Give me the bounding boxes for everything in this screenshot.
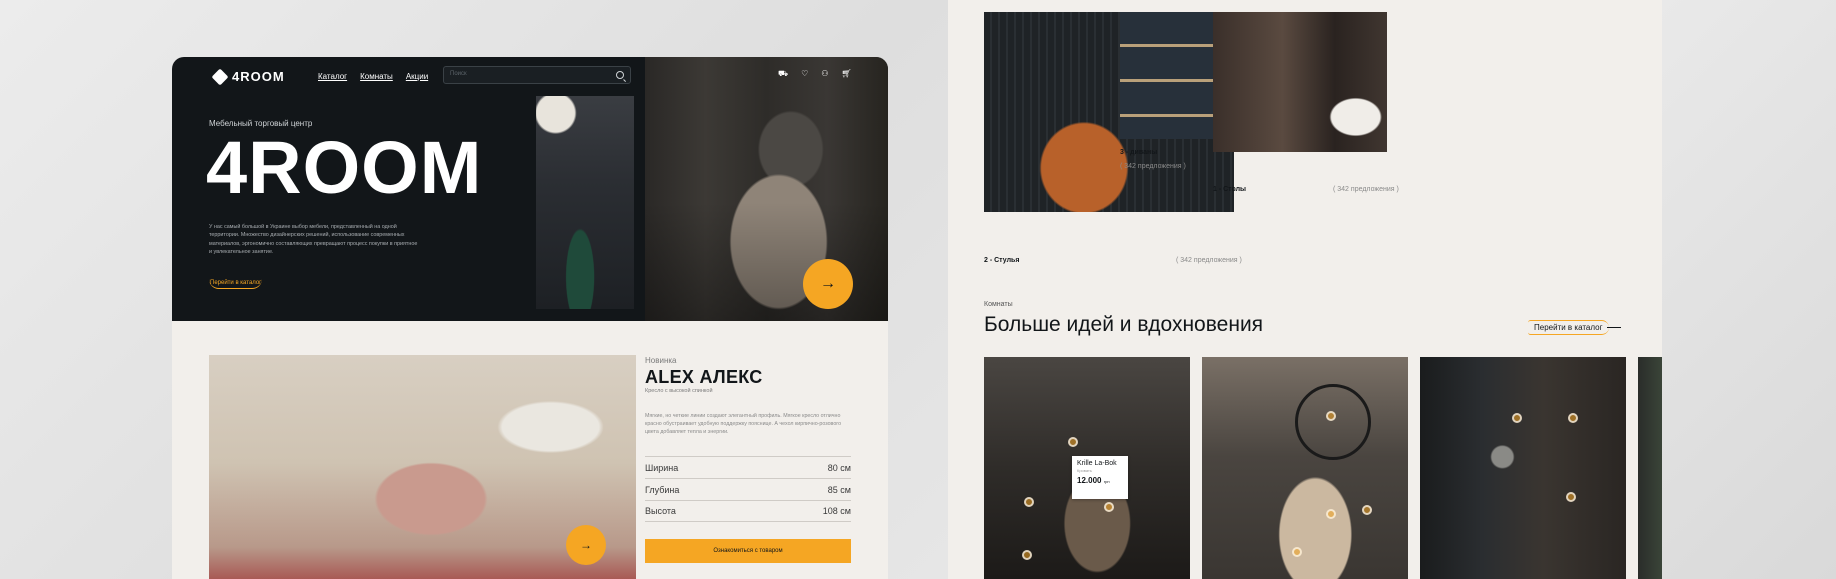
spec-label: Высота <box>645 506 676 516</box>
spec-row-width: Ширина 80 см <box>645 456 851 478</box>
cart-icon[interactable]: 🛒︎ <box>841 70 851 78</box>
product-subtitle: Кресло с высокой спинкой <box>645 388 713 394</box>
hotspot[interactable] <box>1512 413 1522 423</box>
spec-value: 85 см <box>827 484 851 495</box>
view-product-button[interactable]: Ознакомиться с товаром <box>645 539 851 563</box>
hero-description: У нас самый большой в Украине выбор мебе… <box>209 224 418 256</box>
catalog-badge-button[interactable]: → <box>803 259 853 309</box>
category-label-chairs[interactable]: 2 - Стулья <box>984 257 1019 264</box>
product-new-label: Новинка <box>645 356 677 365</box>
hotspot[interactable] <box>1292 547 1302 557</box>
room-card-living[interactable] <box>1202 357 1408 579</box>
tooltip-currency: грн <box>1103 479 1110 484</box>
arrow-right-icon: → <box>820 275 836 292</box>
hotspot[interactable] <box>1362 505 1372 515</box>
user-icon[interactable]: ⚇ <box>821 70 828 78</box>
rooms-heading: Больше идей и вдохновения <box>984 313 1264 336</box>
hotspot[interactable] <box>1568 413 1578 423</box>
logo[interactable]: 4ROOM <box>211 68 285 85</box>
spec-value: 80 см <box>827 462 851 473</box>
tooltip-price-value: 12.000 <box>1077 476 1102 485</box>
product-name: ALEX АЛЕКС <box>645 367 763 387</box>
hero-photo-living-room <box>536 96 634 309</box>
nav-rooms[interactable]: Комнаты <box>360 72 393 81</box>
search-input[interactable]: Поиск <box>443 66 631 84</box>
catalog-page-mockup: 2 - Стулья ( 342 предложения ) 3 - диван… <box>948 0 1662 579</box>
heart-icon[interactable]: ♡ <box>801 70 808 78</box>
rooms-section-label: Комнаты <box>984 301 1013 308</box>
hero-title: 4ROOM <box>206 126 483 209</box>
header-icons: ⛟ ♡ ⚇ 🛒︎ <box>778 70 852 78</box>
background-right <box>1662 0 1836 579</box>
hotspot[interactable] <box>1566 492 1576 502</box>
spec-label: Глубина <box>645 484 680 495</box>
nav-catalog[interactable]: Каталог <box>318 72 347 81</box>
category-label-tables[interactable]: 1 - Столы <box>1213 186 1246 193</box>
room-card-partial[interactable] <box>1638 357 1662 579</box>
spec-row-depth: Глубина 85 см <box>645 478 851 500</box>
tooltip-name: Krille La-Bok <box>1077 460 1117 467</box>
category-count-chairs: ( 342 предложения ) <box>1176 257 1242 264</box>
product-description: Мягкие, но четкие линии создают элегантн… <box>645 413 842 436</box>
room-card-kitchen[interactable] <box>1420 357 1626 579</box>
arrow-right-icon: → <box>580 538 592 552</box>
category-photo-tables[interactable] <box>1213 12 1387 152</box>
nav-sales[interactable]: Акции <box>406 72 428 81</box>
hotspot[interactable] <box>1022 550 1032 560</box>
spec-value: 108 см <box>822 506 851 516</box>
ring-lamp-icon <box>1295 384 1371 460</box>
spec-row-height: Высота 108 см <box>645 500 851 522</box>
category-count-sofas: ( 342 предложения ) <box>1120 163 1186 170</box>
landing-page-mockup: 4ROOM Каталог Комнаты Акции Поиск Мебель… <box>172 57 888 579</box>
logo-text: 4ROOM <box>232 69 285 84</box>
tooltip-sub: Кровать <box>1077 468 1092 473</box>
hero-catalog-link[interactable]: Перейти в каталог <box>209 278 263 289</box>
search-icon[interactable] <box>616 71 624 79</box>
spec-label: Ширина <box>645 462 679 473</box>
hotspot[interactable] <box>1104 502 1114 512</box>
search-placeholder: Поиск <box>450 71 467 77</box>
delivery-icon[interactable]: ⛟ <box>778 70 788 78</box>
hotspot[interactable] <box>1326 411 1336 421</box>
main-nav: Каталог Комнаты Акции <box>318 72 428 81</box>
product-badge-button[interactable]: → <box>566 525 606 565</box>
hotspot[interactable] <box>1024 497 1034 507</box>
hotspot[interactable] <box>1068 437 1078 447</box>
hotspot[interactable] <box>1326 509 1336 519</box>
category-label-sofas[interactable]: 3 - диваны <box>1120 149 1157 156</box>
logo-cube-icon <box>211 68 229 85</box>
product-tooltip[interactable]: Krille La-Bok Кровать 12.000 грн <box>1072 456 1128 499</box>
hero-section: 4ROOM Каталог Комнаты Акции Поиск Мебель… <box>172 57 888 321</box>
category-photo-sofas[interactable] <box>1120 12 1216 139</box>
category-count-tables: ( 342 предложения ) <box>1333 186 1399 193</box>
rooms-catalog-link[interactable]: Перейти в каталог <box>1528 320 1620 335</box>
tooltip-price: 12.000 грн <box>1077 476 1123 485</box>
